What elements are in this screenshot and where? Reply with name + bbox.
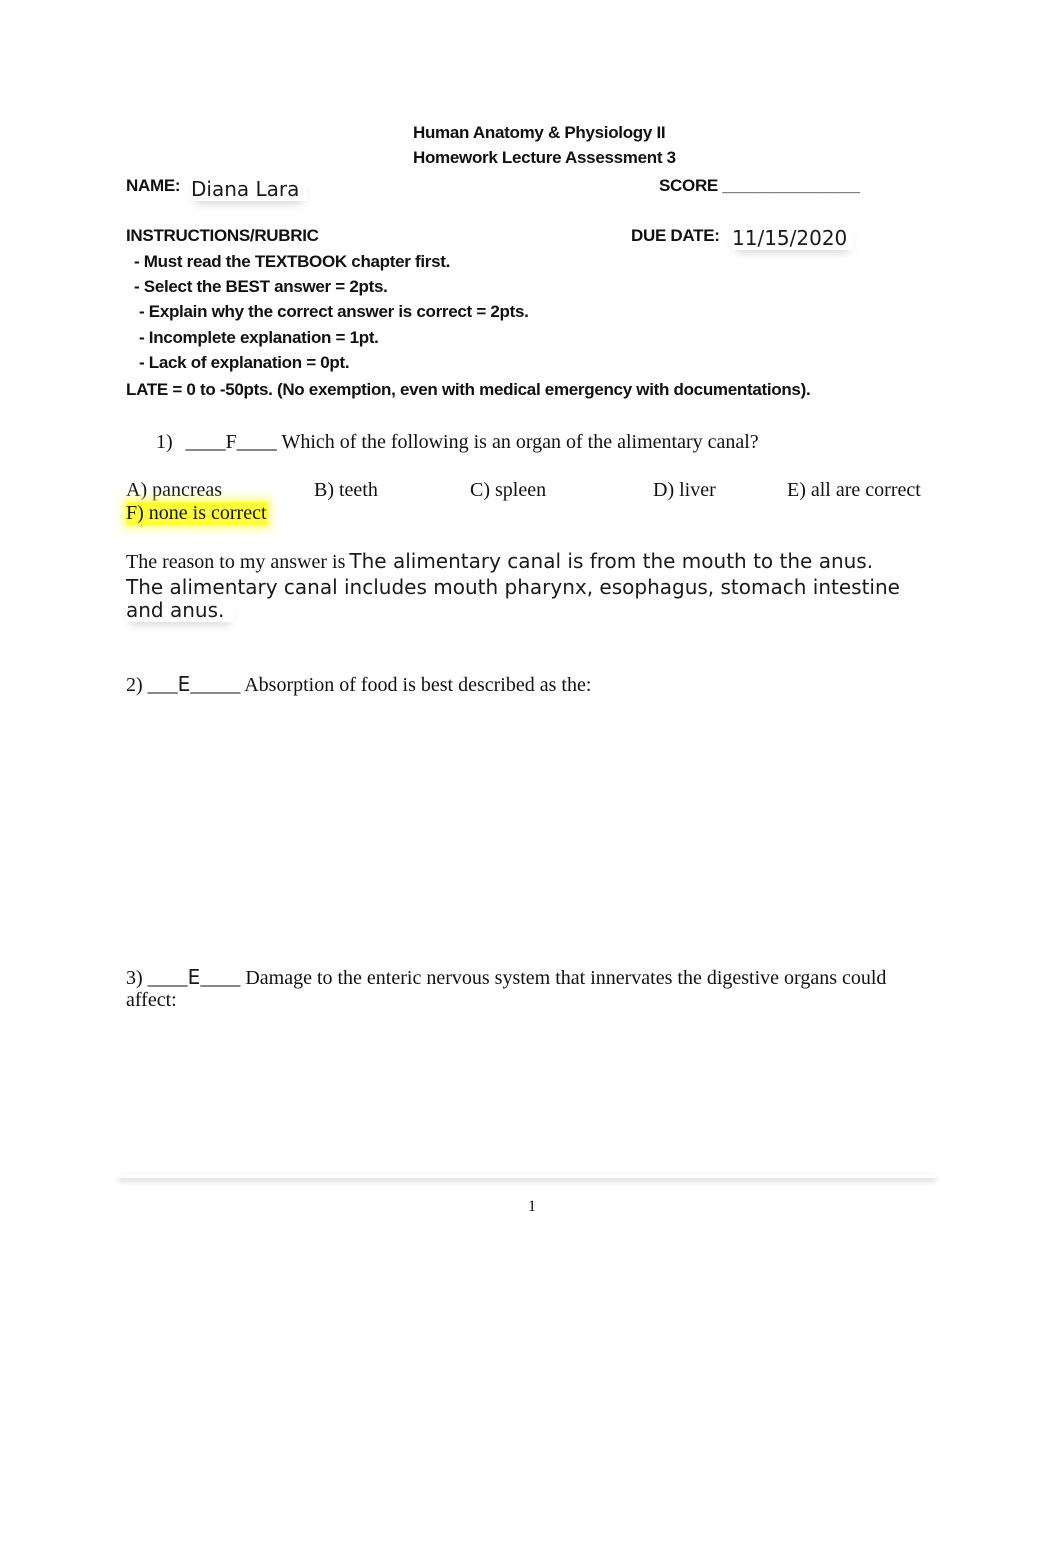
- answer-blank[interactable]: ____F____: [186, 431, 277, 453]
- blank-right: ____: [200, 967, 241, 989]
- reason-block: The reason to my answer is The alimentar…: [126, 549, 873, 574]
- name-field[interactable]: Diana Lara: [191, 177, 307, 201]
- question-3: 3) ____E____ Damage to the enteric nervo…: [126, 965, 886, 990]
- late-policy: LATE = 0 to -50pts. (No exemption, even …: [126, 380, 811, 399]
- reason-line[interactable]: The alimentary canal is from the mouth t…: [349, 549, 873, 573]
- question-number: 2): [126, 674, 143, 696]
- question-text: Absorption of food is best described as …: [244, 674, 592, 696]
- assessment-title: Homework Lecture Assessment 3: [413, 148, 676, 167]
- blank-left: ____: [185, 431, 226, 453]
- page-number: 1: [528, 1198, 536, 1215]
- instructions-heading: INSTRUCTIONS/RUBRIC: [126, 226, 319, 245]
- reason-line[interactable]: and anus.: [126, 598, 234, 622]
- option-b: B) teeth: [314, 479, 378, 501]
- instruction-item: - Must read the TEXTBOOK chapter first.: [134, 252, 451, 271]
- answer-value: F: [225, 431, 237, 453]
- reason-prefix: The reason to my answer is: [126, 551, 346, 573]
- answer-blank[interactable]: ____E____: [147, 965, 241, 989]
- answer-blank[interactable]: ___E_____: [147, 672, 241, 696]
- question-2: 2) ___E_____ Absorption of food is best …: [126, 672, 591, 697]
- blank-right: _____: [190, 674, 241, 696]
- option-d: D) liver: [653, 479, 716, 501]
- page-divider: [118, 1174, 936, 1178]
- question-number: 1): [156, 431, 173, 453]
- instruction-item: - Incomplete explanation = 1pt.: [139, 328, 379, 347]
- instruction-item: - Explain why the correct answer is corr…: [139, 302, 529, 321]
- question-text: Which of the following is an organ of th…: [281, 431, 759, 453]
- option-a: A) pancreas: [126, 479, 223, 501]
- course-title: Human Anatomy & Physiology II: [413, 123, 666, 142]
- question-number: 3): [126, 967, 143, 989]
- due-date-field[interactable]: 11/15/2020: [732, 226, 853, 250]
- due-date-label: DUE DATE:: [631, 226, 720, 245]
- question-text: Damage to the enteric nervous system tha…: [245, 967, 887, 989]
- score-label: SCORE: [659, 176, 718, 195]
- blank-left: ___: [147, 674, 178, 696]
- instruction-item: - Select the BEST answer = 2pts.: [134, 277, 388, 296]
- option-e: E) all are correct: [787, 479, 921, 501]
- option-f-selected: F) none is correct: [126, 502, 267, 525]
- score-field[interactable]: SCORE _______________: [659, 176, 860, 196]
- answer-value: E: [187, 965, 201, 989]
- option-c: C) spleen: [470, 479, 547, 501]
- instruction-item: - Lack of explanation = 0pt.: [139, 353, 350, 372]
- blank-right: ____: [236, 431, 277, 453]
- answer-value: E: [177, 672, 191, 696]
- question-1: 1) ____F____ Which of the following is a…: [156, 431, 759, 454]
- question-text-continued: affect:: [126, 989, 177, 1011]
- name-label: NAME:: [126, 176, 181, 195]
- score-blank: _______________: [722, 176, 860, 195]
- reason-line[interactable]: The alimentary canal includes mouth phar…: [126, 575, 900, 599]
- blank-left: ____: [147, 967, 188, 989]
